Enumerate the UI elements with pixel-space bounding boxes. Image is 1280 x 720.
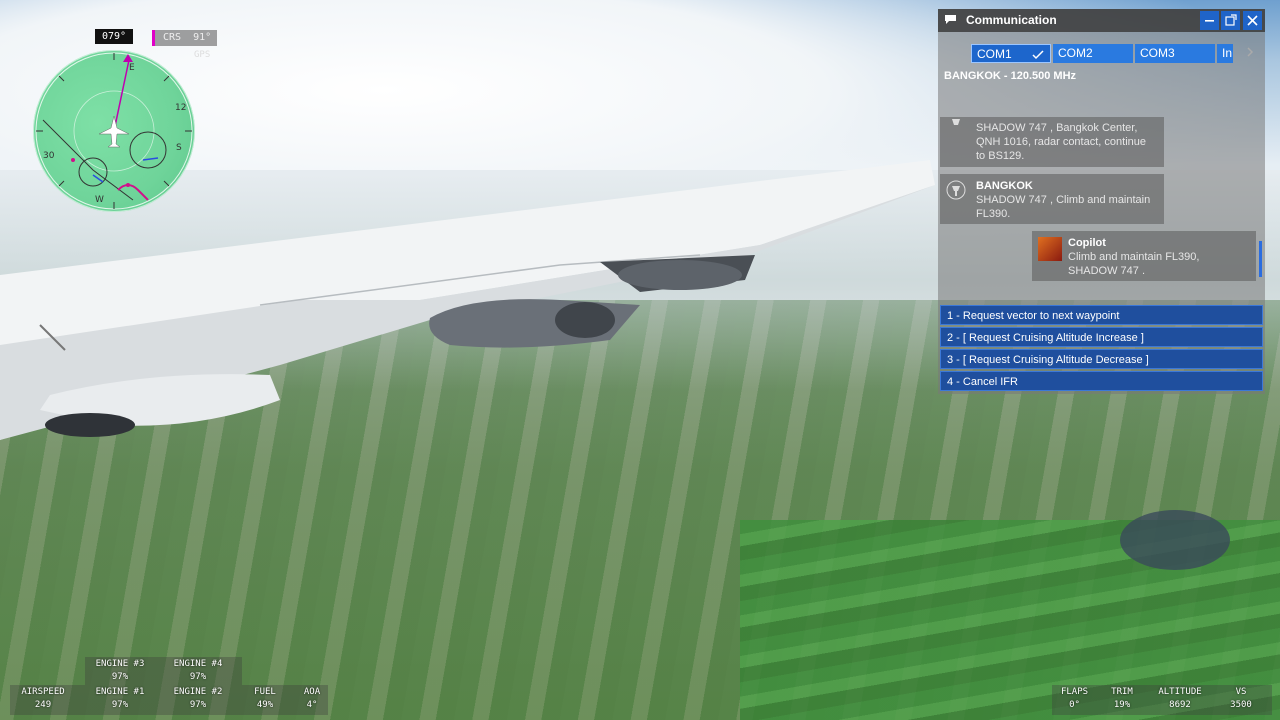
atc-tower-icon <box>952 119 960 125</box>
message-sender: BANGKOK <box>976 180 1033 192</box>
svg-text:W: W <box>95 195 104 205</box>
message-text: SHADOW 747 , Bangkok Center, QNH 1016, r… <box>976 121 1146 163</box>
atc-tower-icon <box>946 180 966 200</box>
chevron-right-icon <box>1247 47 1254 57</box>
chat-icon <box>945 15 956 24</box>
svg-text:12: 12 <box>175 103 186 113</box>
engine4-readout: ENGINE #4 97% <box>163 658 233 684</box>
message-copilot: Copilot Climb and maintain FL390, SHADOW… <box>1032 231 1256 281</box>
heading-readout: 079° <box>95 29 133 44</box>
atc-options-list: 1 - Request vector to next waypoint 2 - … <box>940 305 1263 393</box>
aoa-readout: AOA 4° <box>292 686 332 712</box>
message-text: SHADOW 747 , Climb and maintain FL390. <box>976 193 1150 221</box>
message-line: SHADOW 747 , Climb and maintain <box>976 194 1151 206</box>
airspeed-readout: AIRSPEED 249 <box>10 686 76 712</box>
flaps-value: 0° <box>1069 700 1080 710</box>
compass-rose-icon: E 12 S W 30 <box>35 52 193 210</box>
tab-com2-label: COM2 <box>1058 46 1093 60</box>
flaps-readout: FLAPS 0° <box>1052 686 1097 712</box>
minimize-icon <box>1205 20 1214 22</box>
vs-readout: VS 3500 <box>1220 686 1262 712</box>
engine2-readout: ENGINE #2 97% <box>163 686 233 712</box>
engine3-value: 97% <box>111 672 129 682</box>
svg-text:S: S <box>176 143 182 153</box>
engine4-label: ENGINE #4 <box>173 659 223 669</box>
pop-out-button[interactable] <box>1221 11 1240 30</box>
engine3-label: ENGINE #3 <box>95 659 145 669</box>
svg-text:E: E <box>129 63 135 73</box>
checkmark-icon <box>1032 50 1044 60</box>
vs-label: VS <box>1235 687 1247 697</box>
trim-value: 19% <box>1113 700 1131 710</box>
aoa-label: AOA <box>303 687 321 697</box>
trim-readout: TRIM 19% <box>1102 686 1142 712</box>
panel-header: Communication <box>938 9 1265 32</box>
course-readout: CRS 91° <box>152 30 218 46</box>
message-atc-1: SHADOW 747 , Bangkok Center, QNH 1016, r… <box>940 117 1164 167</box>
fuel-label: FUEL <box>254 687 276 697</box>
svg-text:30: 30 <box>43 151 55 161</box>
aoa-value: 4° <box>306 700 318 710</box>
tab-intercom-label: In <box>1222 46 1233 60</box>
message-line: QNH 1016, radar contact, continue <box>976 136 1146 148</box>
pop-out-icon <box>1225 14 1237 26</box>
engine3-readout: ENGINE #3 97% <box>85 658 155 684</box>
close-icon <box>1247 15 1258 26</box>
altitude-readout: ALTITUDE 8692 <box>1148 686 1212 712</box>
minimize-button[interactable] <box>1200 11 1219 30</box>
fuel-readout: FUEL 49% <box>245 686 285 712</box>
crs-value: 91° <box>193 32 212 43</box>
crs-label: CRS <box>163 32 182 43</box>
engine1-readout: ENGINE #1 97% <box>85 686 155 712</box>
tab-com1-label: COM1 <box>977 47 1012 61</box>
tab-intercom[interactable]: In <box>1217 44 1233 63</box>
message-atc-2: BANGKOK SHADOW 747 , Climb and maintain … <box>940 174 1164 224</box>
option-altitude-increase[interactable]: 2 - [ Request Cruising Altitude Increase… <box>940 327 1263 347</box>
option-request-vector[interactable]: 1 - Request vector to next waypoint <box>940 305 1263 325</box>
gps-label: GPS <box>194 50 211 60</box>
engine1-label: ENGINE #1 <box>95 687 145 697</box>
frequency-label: BANGKOK - 120.500 MHz <box>944 70 1077 82</box>
engine4-value: 97% <box>189 672 207 682</box>
vs-value: 3500 <box>1230 700 1252 710</box>
engine2-value: 97% <box>189 700 207 710</box>
tab-scroll-right-button[interactable] <box>1240 44 1260 63</box>
message-text: Climb and maintain FL390, SHADOW 747 . <box>1068 250 1199 278</box>
airspeed-label: AIRSPEED <box>21 687 65 697</box>
trim-label: TRIM <box>1111 687 1133 697</box>
altitude-value: 8692 <box>1169 700 1191 710</box>
fuel-value: 49% <box>256 700 274 710</box>
message-line: Climb and maintain FL390, <box>1068 251 1200 263</box>
message-line: to BS129. <box>976 150 1025 162</box>
tab-com3[interactable]: COM3 <box>1135 44 1215 63</box>
copilot-avatar <box>1038 237 1062 261</box>
flaps-label: FLAPS <box>1060 687 1089 697</box>
message-line: SHADOW 747 . <box>1068 265 1146 277</box>
option-cancel-ifr[interactable]: 4 - Cancel IFR <box>940 371 1263 391</box>
engine2-label: ENGINE #2 <box>173 687 223 697</box>
message-line: FL390. <box>976 208 1011 220</box>
panel-title: Communication <box>966 13 1057 27</box>
tab-com3-label: COM3 <box>1140 46 1175 60</box>
tab-com1[interactable]: COM1 <box>971 44 1051 63</box>
messages-scrollbar[interactable] <box>1259 241 1262 277</box>
airspeed-value: 249 <box>34 700 52 710</box>
message-sender: Copilot <box>1068 237 1106 249</box>
close-button[interactable] <box>1243 11 1262 30</box>
altitude-label: ALTITUDE <box>1158 687 1202 697</box>
engine1-value: 97% <box>111 700 129 710</box>
option-altitude-decrease[interactable]: 3 - [ Request Cruising Altitude Decrease… <box>940 349 1263 369</box>
tab-com2[interactable]: COM2 <box>1053 44 1133 63</box>
message-line: SHADOW 747 , Bangkok Center, <box>976 122 1138 134</box>
navigation-map[interactable]: E 12 S W 30 <box>33 50 195 212</box>
